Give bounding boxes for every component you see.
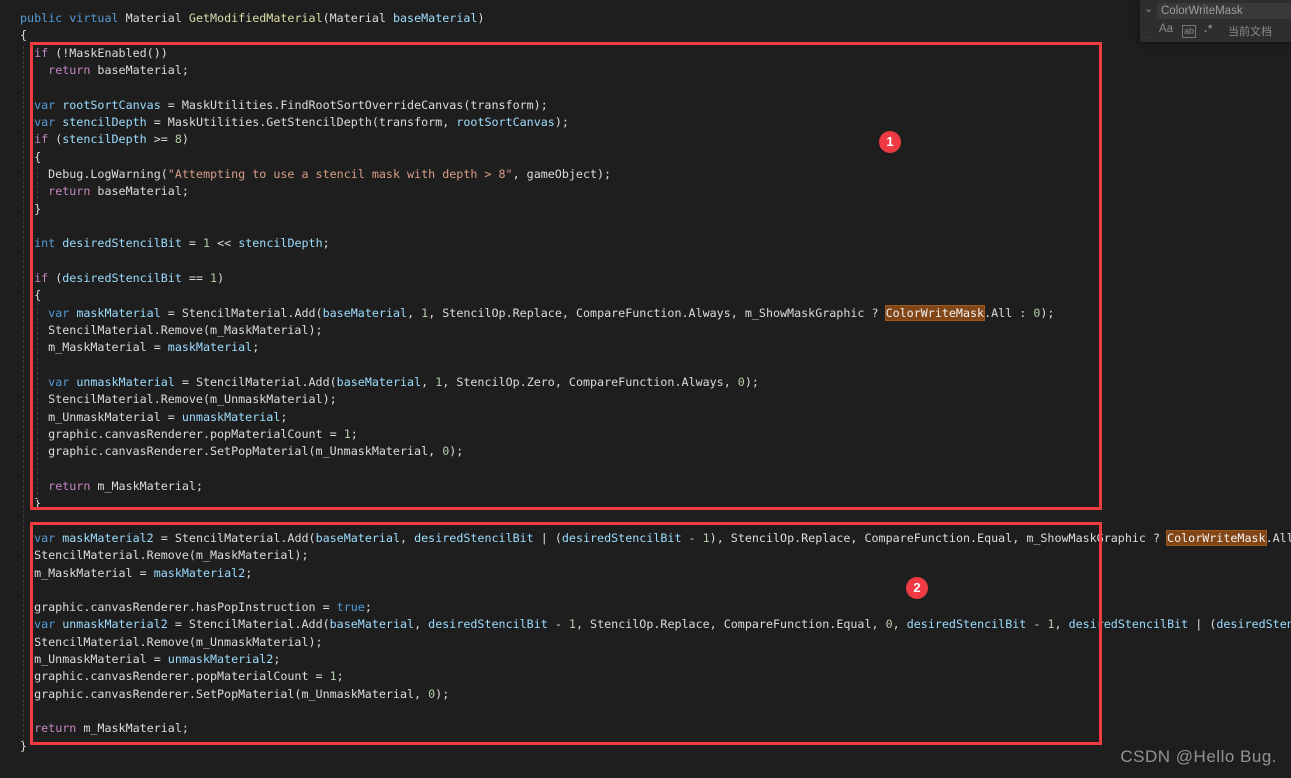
code-line: if (!MaskEnabled()) [20, 45, 1291, 62]
code-line [20, 513, 1291, 530]
code-line: StencilMaterial.Remove(m_MaskMaterial); [20, 547, 1291, 564]
code-line: return baseMaterial; [20, 183, 1291, 200]
code-line: var maskMaterial2 = StencilMaterial.Add(… [20, 530, 1291, 547]
code-line: return baseMaterial; [20, 62, 1291, 79]
code-line: graphic.canvasRenderer.popMaterialCount … [20, 426, 1291, 443]
chevron-down-icon[interactable]: ⌄ [1144, 2, 1153, 15]
code-line [20, 582, 1291, 599]
code-line [20, 218, 1291, 235]
code-line [20, 253, 1291, 270]
code-line: if (desiredStencilBit == 1) [20, 270, 1291, 287]
indent-guide [37, 166, 38, 204]
code-line: Debug.LogWarning("Attempting to use a st… [20, 166, 1291, 183]
code-line: m_MaskMaterial = maskMaterial2; [20, 565, 1291, 582]
code-line: var unmaskMaterial2 = StencilMaterial.Ad… [20, 616, 1291, 633]
code-line: graphic.canvasRenderer.popMaterialCount … [20, 668, 1291, 685]
code-line: if (stencilDepth >= 8) [20, 131, 1291, 148]
indent-guide [23, 46, 24, 742]
find-input[interactable] [1157, 3, 1291, 19]
code-line: m_MaskMaterial = maskMaterial; [20, 339, 1291, 356]
indent-guide [37, 302, 38, 500]
code-line [20, 461, 1291, 478]
code-line [20, 79, 1291, 96]
code-line: StencilMaterial.Remove(m_UnmaskMaterial)… [20, 391, 1291, 408]
code-line: var rootSortCanvas = MaskUtilities.FindR… [20, 97, 1291, 114]
code-line: return m_MaskMaterial; [20, 478, 1291, 495]
code-line: var unmaskMaterial = StencilMaterial.Add… [20, 374, 1291, 391]
code-line: var maskMaterial = StencilMaterial.Add(b… [20, 305, 1291, 322]
code-line: graphic.canvasRenderer.SetPopMaterial(m_… [20, 686, 1291, 703]
code-line [20, 703, 1291, 720]
watermark: CSDN @Hello Bug. [1120, 747, 1277, 767]
code-block[interactable]: public virtual Material GetModifiedMater… [0, 0, 1291, 778]
search-scope-label[interactable]: 当前文档 [1228, 23, 1272, 39]
code-line: { [20, 287, 1291, 304]
code-line: } [20, 201, 1291, 218]
code-line [20, 357, 1291, 374]
code-line: int desiredStencilBit = 1 << stencilDept… [20, 235, 1291, 252]
whole-word-button[interactable]: ab [1182, 25, 1196, 38]
regex-button[interactable]: .* [1204, 23, 1213, 35]
editor-window: { "colors": { "background": "#1e1e1f", "… [0, 0, 1291, 778]
find-overlay-gripper[interactable]: ··· [1141, 33, 1152, 42]
code-line: public virtual Material GetModifiedMater… [20, 10, 1291, 27]
code-line: m_UnmaskMaterial = unmaskMaterial; [20, 409, 1291, 426]
code-line: } [20, 495, 1291, 512]
code-line: StencilMaterial.Remove(m_MaskMaterial); [20, 322, 1291, 339]
match-case-button[interactable]: Aa [1159, 23, 1173, 35]
find-overlay: ⌄ Aa ab .* 当前文档 ··· [1140, 0, 1291, 42]
code-line: StencilMaterial.Remove(m_UnmaskMaterial)… [20, 634, 1291, 651]
code-line: m_UnmaskMaterial = unmaskMaterial2; [20, 651, 1291, 668]
code-line: } [20, 738, 1291, 755]
code-line: var stencilDepth = MaskUtilities.GetSten… [20, 114, 1291, 131]
code-line: { [20, 27, 1291, 44]
code-line: return m_MaskMaterial; [20, 720, 1291, 737]
annotation-badge-1: 1 [879, 131, 901, 153]
code-line: { [20, 149, 1291, 166]
code-line: graphic.canvasRenderer.hasPopInstruction… [20, 599, 1291, 616]
code-line: graphic.canvasRenderer.SetPopMaterial(m_… [20, 443, 1291, 460]
annotation-badge-2: 2 [906, 577, 928, 599]
